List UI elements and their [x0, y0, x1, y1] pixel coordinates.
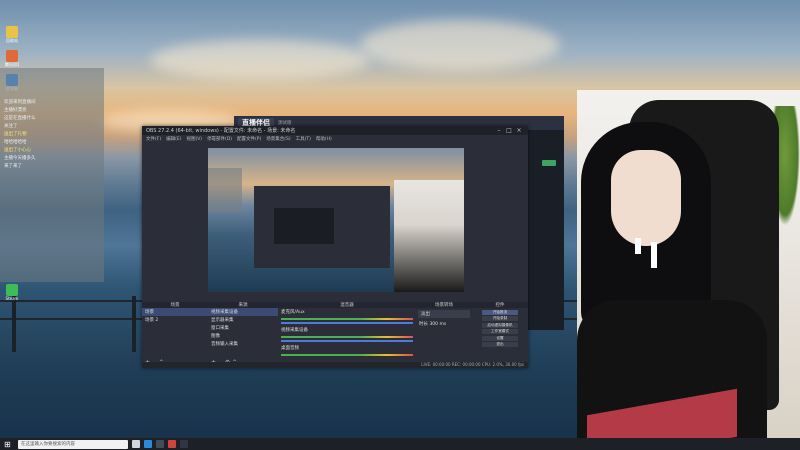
controls-dock: 控件 开始推流 开始录制 启动虚拟摄像机 工作室模式 设置 退出	[472, 302, 528, 368]
source-item[interactable]: 音频输入采集	[208, 340, 278, 348]
chat-gift-message: 送出了小心心	[4, 148, 31, 153]
obs-statusbar: LIVE: 00:00:00 REC: 00:00:00 CPU: 2.0%, …	[142, 362, 528, 368]
desktop-icon-steam[interactable]: Steam	[3, 284, 21, 301]
obs-icon[interactable]	[156, 440, 164, 448]
desktop-icon-label: 回收站	[6, 38, 18, 43]
menu-scene-collection[interactable]: 场景集合(S)	[266, 136, 290, 142]
desktop-icon-recycle-bin[interactable]: 回收站	[3, 26, 21, 44]
menu-edit[interactable]: 编辑(E)	[166, 136, 181, 142]
mixer-channel-meter	[281, 318, 413, 320]
railing-post	[132, 296, 136, 352]
obs-menubar: 文件(F) 编辑(E) 视图(V) 停靠部件(D) 配置文件(P) 场景集合(S…	[142, 135, 528, 143]
qq-icon	[6, 50, 18, 62]
preview-nested-obs	[254, 186, 390, 268]
edge-icon[interactable]	[144, 440, 152, 448]
chat-gift-message: 送出了礼物	[4, 132, 27, 137]
controls-header: 控件	[472, 302, 528, 308]
maximize-icon[interactable]: □	[504, 127, 514, 134]
duration-value[interactable]: 300 ms	[429, 322, 446, 327]
settings-button[interactable]: 设置	[482, 335, 518, 341]
desktop-icon-qq[interactable]: 腾讯QQ	[3, 50, 21, 68]
live-chat-overlay: 欢迎来到直播间 主播好漂亮 这是在直播什么 关注了 送出了礼物 哈哈哈哈哈 送出…	[0, 68, 104, 282]
menu-file[interactable]: 文件(F)	[146, 136, 161, 142]
windows-start-icon[interactable]: ⊞	[4, 440, 14, 449]
menu-tools[interactable]: 工具(T)	[296, 136, 311, 142]
webcam-feed	[577, 90, 800, 450]
wallpaper-cloud	[360, 20, 560, 70]
sources-dock: 来源 视频采集设备 显示器采集 窗口采集 图像 音频输入采集 + − ⚙ ⌃ ⌄	[208, 302, 279, 368]
scene-item[interactable]: 场景 2	[142, 316, 208, 324]
transitions-header: 场景转场	[416, 302, 472, 308]
start-virtual-camera-button[interactable]: 启动虚拟摄像机	[482, 322, 518, 328]
chat-message: 主播今天播多久	[4, 156, 36, 161]
railing-post	[12, 296, 16, 352]
chat-message: 关注了	[4, 124, 18, 129]
scenes-dock: 场景 场景 场景 2 + − ⌃ ⌄	[142, 302, 209, 368]
scene-transitions-dock: 场景转场 淡出 时长 300 ms	[416, 302, 473, 368]
chat-message: 来了来了	[4, 164, 22, 169]
nose-clip	[651, 242, 657, 268]
wallpaper-cloud	[150, 40, 370, 80]
nose-clip	[635, 238, 641, 254]
mixer-channel-label: 桌面音频	[281, 346, 299, 351]
chat-message: 哈哈哈哈哈	[4, 140, 27, 145]
preview-nested-obs-inner	[274, 208, 334, 244]
mixer-channel-meter	[281, 354, 413, 356]
exit-button[interactable]: 退出	[482, 342, 518, 347]
start-live-button[interactable]	[542, 160, 556, 166]
menu-view[interactable]: 视图(V)	[186, 136, 202, 142]
close-icon[interactable]: ×	[514, 127, 524, 134]
red-app-icon[interactable]	[168, 440, 176, 448]
obs-docks: 场景 场景 场景 2 + − ⌃ ⌄ 来源 视频采集设备 显示器采集 窗口采集 …	[142, 302, 528, 368]
mixer-volume-slider[interactable]	[281, 322, 413, 324]
task-view-icon[interactable]	[132, 440, 140, 448]
mixer-volume-slider[interactable]	[281, 340, 413, 342]
mixer-channel-label: 麦克风/Aux	[281, 310, 305, 315]
transition-duration[interactable]: 时长 300 ms	[416, 320, 472, 328]
chat-message: 欢迎来到直播间	[4, 100, 36, 105]
start-streaming-button[interactable]: 开始推流	[482, 309, 518, 315]
obs-window-title: OBS 27.2.4 (64-bit, windows) - 配置文件: 未命名…	[146, 128, 296, 134]
menu-profile[interactable]: 配置文件(P)	[237, 136, 261, 142]
minimize-icon[interactable]: –	[494, 127, 504, 134]
recycle-bin-icon	[6, 26, 18, 38]
taskbar-search-input[interactable]: 在这里输入你要搜索的内容	[18, 439, 128, 449]
source-item[interactable]: 显示器采集	[208, 316, 278, 324]
source-item[interactable]: 窗口采集	[208, 324, 278, 332]
obs-titlebar[interactable]: OBS 27.2.4 (64-bit, windows) - 配置文件: 未命名…	[142, 126, 528, 135]
menu-help[interactable]: 帮助(H)	[316, 136, 332, 142]
start-recording-button[interactable]: 开始录制	[482, 316, 518, 321]
duration-label: 时长	[419, 322, 428, 327]
preview-webcam-source	[394, 180, 464, 292]
preview-chat-overlay	[208, 168, 242, 212]
mixer-channel-meter	[281, 336, 413, 338]
chat-message: 主播好漂亮	[4, 108, 27, 113]
chat-message: 这是在直播什么	[4, 116, 36, 121]
desktop-icon-label: Steam	[5, 296, 19, 301]
source-item[interactable]: 图像	[208, 332, 278, 340]
obs-window[interactable]: OBS 27.2.4 (64-bit, windows) - 配置文件: 未命名…	[142, 126, 528, 368]
transition-select[interactable]: 淡出	[418, 310, 470, 318]
menu-docks[interactable]: 停靠部件(D)	[207, 136, 232, 142]
scene-item[interactable]: 场景	[142, 308, 208, 316]
steam-icon	[6, 284, 18, 296]
person-face	[611, 150, 681, 246]
audio-mixer-dock: 混音器 麦克风/Aux 视频采集设备 桌面音频	[278, 302, 417, 368]
obs-preview[interactable]	[208, 148, 464, 292]
source-item[interactable]: 视频采集设备	[208, 308, 278, 316]
dark-app-icon[interactable]	[180, 440, 188, 448]
mixer-channel-label: 视频采集设备	[281, 328, 308, 333]
taskbar: ⊞ 在这里输入你要搜索的内容	[0, 438, 800, 450]
studio-mode-button[interactable]: 工作室模式	[482, 329, 518, 334]
